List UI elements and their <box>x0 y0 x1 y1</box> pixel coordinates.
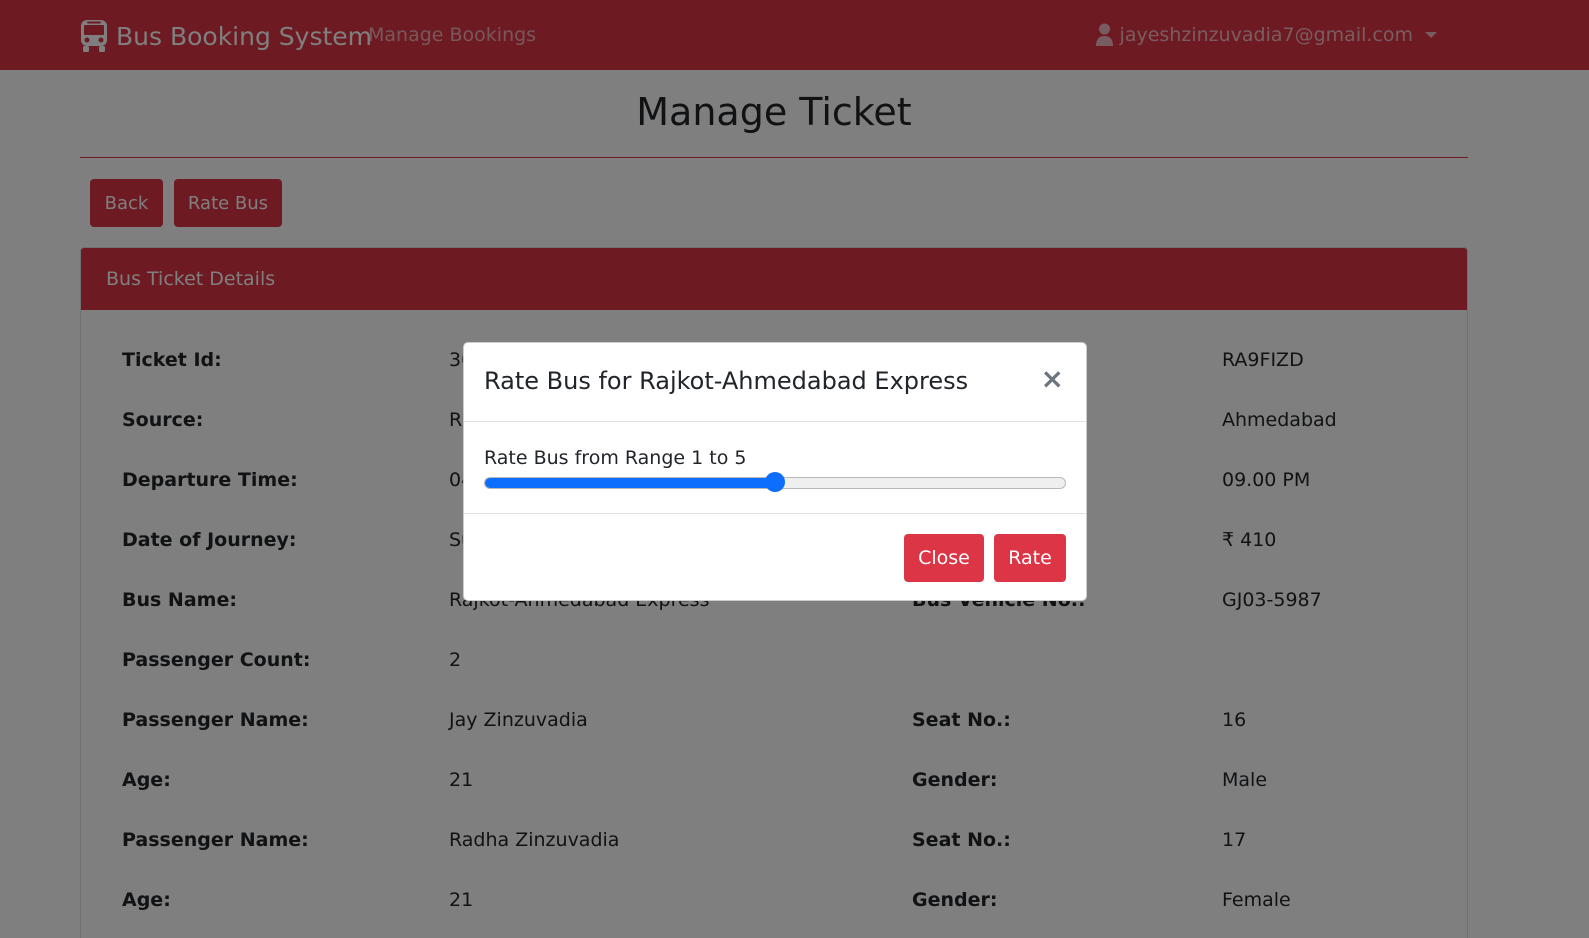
rating-range-label: Rate Bus from Range 1 to 5 <box>484 447 747 469</box>
rating-range-fill <box>485 478 775 488</box>
modal-body: Rate Bus from Range 1 to 5 <box>464 422 1086 514</box>
modal-header: Rate Bus for Rajkot-Ahmedabad Express × <box>464 343 1086 422</box>
close-icon[interactable]: × <box>1041 365 1064 393</box>
modal-footer: Close Rate <box>464 514 1086 600</box>
close-button[interactable]: Close <box>904 534 984 582</box>
rating-range-slider[interactable] <box>484 472 1066 492</box>
rate-button[interactable]: Rate <box>994 534 1066 582</box>
rating-range-thumb[interactable] <box>765 472 785 492</box>
rate-bus-modal: Rate Bus for Rajkot-Ahmedabad Express × … <box>463 342 1087 601</box>
modal-title: Rate Bus for Rajkot-Ahmedabad Express <box>484 367 969 395</box>
